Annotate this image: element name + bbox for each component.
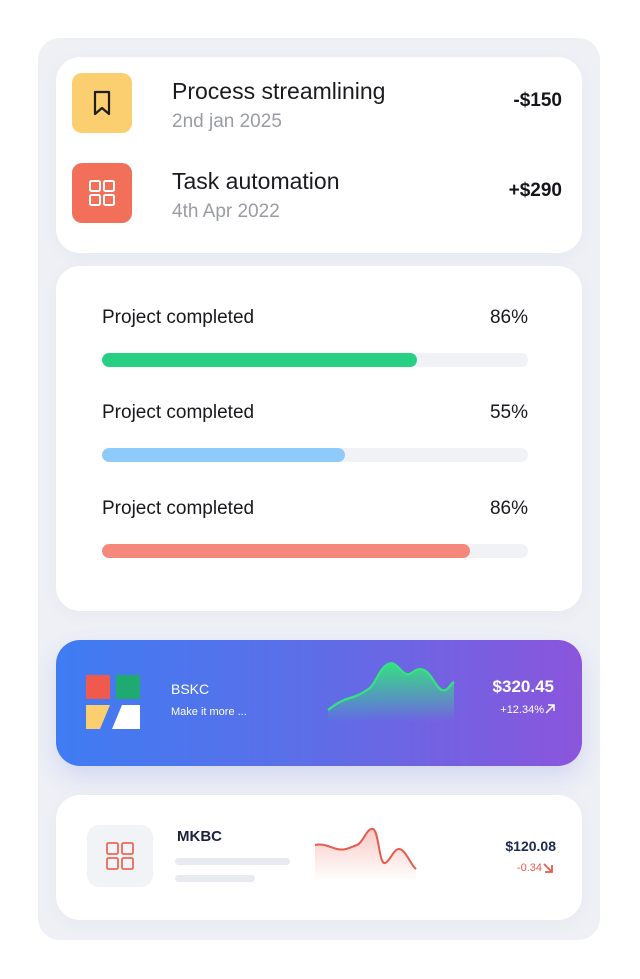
progress-label: Project completed [102, 402, 255, 423]
progress-label: Project completed [102, 498, 255, 519]
stock-change: +12.34% [500, 704, 544, 716]
transaction-amount: -$150 [513, 90, 562, 111]
progress-card: Project completed 86% Project completed … [56, 266, 582, 611]
stock-card-mkbc[interactable]: MKBC $120.08 -0.34 [56, 795, 582, 920]
transaction-title: Task automation [172, 168, 340, 194]
transactions-card: Process streamlining 2nd jan 2025 -$150 … [56, 57, 582, 253]
progress-track [102, 448, 528, 462]
trend-down-arrow-icon [543, 863, 553, 873]
grid-icon [87, 825, 153, 887]
transaction-row[interactable]: Process streamlining 2nd jan 2025 -$150 [56, 73, 582, 133]
placeholder-line [175, 875, 255, 882]
progress-value: 86% [489, 498, 528, 519]
stock-subtitle: Make it more ... [171, 706, 247, 718]
sparkline-chart [314, 827, 417, 881]
transaction-row[interactable]: Task automation 4th Apr 2022 +$290 [56, 163, 582, 223]
progress-value: 86% [489, 307, 528, 328]
stock-card-bskc[interactable]: BSKC Make it more ... $320.45 +12.34% [56, 640, 582, 766]
progress-fill [102, 448, 345, 462]
stock-name: MKBC [177, 828, 222, 845]
transaction-title: Process streamlining [172, 78, 386, 104]
progress-track [102, 353, 528, 367]
stock-price: $320.45 [492, 677, 554, 696]
stock-price: $120.08 [505, 838, 556, 854]
progress-track [102, 544, 528, 558]
transaction-amount: +$290 [508, 180, 562, 201]
stock-change: -0.34 [516, 862, 542, 874]
progress-fill [102, 353, 418, 367]
grid-icon [72, 163, 132, 223]
sparkline-chart [327, 662, 455, 722]
transaction-date: 2nd jan 2025 [172, 111, 282, 132]
stock-name: BSKC [171, 681, 210, 697]
progress-fill [102, 544, 471, 558]
trend-up-arrow-icon [545, 704, 555, 714]
progress-label: Project completed [102, 307, 255, 328]
tangram-logo-icon [86, 675, 140, 729]
bookmark-icon [72, 73, 132, 133]
progress-value: 55% [489, 402, 528, 423]
placeholder-line [175, 858, 290, 865]
transaction-date: 4th Apr 2022 [172, 201, 280, 222]
